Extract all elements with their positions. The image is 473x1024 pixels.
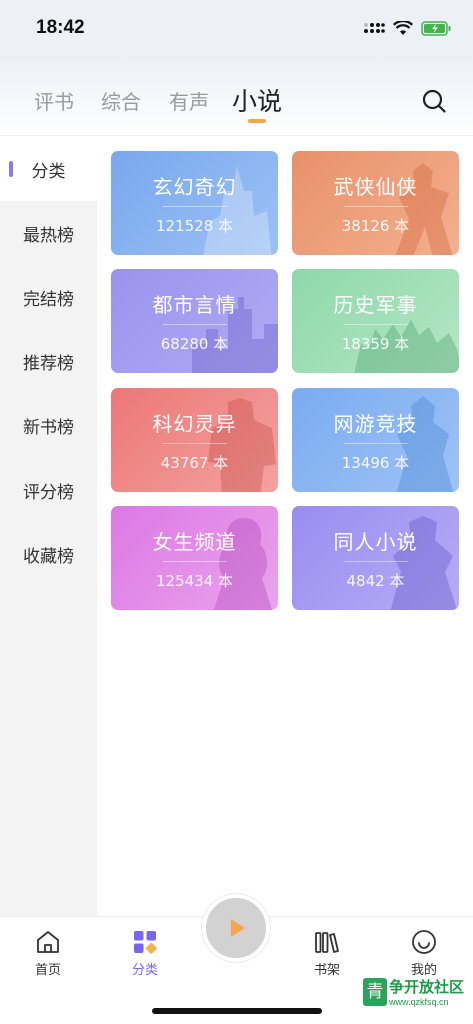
sidebar-item-label: 推荐榜 (23, 353, 74, 374)
tab-yousheng[interactable]: 有声 (169, 86, 209, 115)
divider (162, 561, 227, 562)
category-name: 都市言情 (152, 293, 237, 317)
category-count: 43767 本 (160, 454, 229, 472)
status-icons (363, 20, 451, 36)
play-icon (231, 919, 245, 937)
status-time: 18:42 (36, 17, 85, 38)
divider (343, 206, 408, 207)
category-card-wangyou[interactable]: 网游竞技 13496 本 (292, 388, 459, 492)
bookshelf-icon (315, 932, 339, 953)
category-count: 121528 本 (155, 217, 234, 235)
divider (162, 443, 227, 444)
nav-label: 分类 (131, 963, 158, 978)
wifi-icon (393, 20, 413, 35)
status-bar: 18:42 (0, 0, 473, 60)
sidebar-item-completed[interactable]: 完结榜 (0, 265, 97, 329)
tab-zonghe[interactable]: 综合 (101, 86, 141, 115)
play-button[interactable] (202, 894, 270, 962)
category-count: 4842 本 (346, 572, 405, 590)
category-name: 女生频道 (152, 530, 237, 554)
category-name: 玄幻奇幻 (152, 175, 237, 199)
category-count: 38126 本 (341, 217, 410, 235)
sidebar-item-hottest[interactable]: 最热榜 (0, 201, 97, 265)
active-tab-indicator (248, 119, 266, 123)
watermark-url: www.qzkfsq.cn (389, 997, 449, 1007)
battery-icon (421, 20, 451, 36)
sidebar-item-recommended[interactable]: 推荐榜 (0, 329, 97, 393)
category-name: 武侠仙侠 (333, 175, 418, 199)
nav-category[interactable]: 分类 (110, 929, 180, 978)
sidebar-item-label: 收藏榜 (23, 546, 74, 567)
divider (343, 324, 408, 325)
divider (162, 206, 227, 207)
sidebar-item-new-books[interactable]: 新书榜 (0, 393, 97, 457)
category-count: 18359 本 (341, 335, 410, 353)
tab-xiaoshuo[interactable]: 小说 (232, 82, 282, 118)
divider (343, 561, 408, 562)
sidebar-item-label: 评分榜 (23, 482, 74, 503)
category-card-tongren[interactable]: 同人小说 4842 本 (292, 506, 459, 610)
sidebar-item-label: 分类 (31, 161, 66, 182)
category-card-xuanhuan[interactable]: 玄幻奇幻 121528 本 (111, 151, 278, 255)
home-indicator (152, 1008, 322, 1014)
tab-pingshu[interactable]: 评书 (34, 86, 74, 115)
category-icon (134, 931, 157, 954)
sidebar-item-category[interactable]: 分类 (0, 137, 97, 201)
category-count: 125434 本 (155, 572, 234, 590)
sidebar-item-rating[interactable]: 评分榜 (0, 458, 97, 522)
category-count: 13496 本 (341, 454, 410, 472)
category-card-lishi[interactable]: 历史军事 18359 本 (292, 269, 459, 373)
watermark-name: 争开放社区 (389, 978, 465, 996)
category-card-dushi[interactable]: 都市言情 68280 本 (111, 269, 278, 373)
home-icon (37, 931, 59, 953)
nav-label: 首页 (34, 963, 61, 978)
divider (162, 324, 227, 325)
nav-profile[interactable]: 我的 (389, 929, 459, 978)
watermark: 青 争开放社区 www.qzkfsq.cn (361, 975, 467, 1011)
category-card-kehuan[interactable]: 科幻灵异 43767 本 (111, 388, 278, 492)
category-name: 科幻灵异 (152, 412, 237, 436)
divider (343, 443, 408, 444)
sidebar-item-favorites[interactable]: 收藏榜 (0, 522, 97, 586)
signal-icon (364, 23, 385, 33)
category-card-nvsheng[interactable]: 女生频道 125434 本 (111, 506, 278, 610)
category-name: 网游竞技 (333, 412, 418, 436)
search-icon[interactable] (421, 88, 447, 114)
category-count: 68280 本 (160, 335, 229, 353)
sidebar-item-label: 最热榜 (23, 225, 74, 246)
category-card-wuxia[interactable]: 武侠仙侠 38126 本 (292, 151, 459, 255)
category-name: 同人小说 (333, 530, 418, 554)
sidebar: 分类 最热榜 完结榜 推荐榜 新书榜 评分榜 收藏榜 (0, 137, 97, 917)
watermark-logo: 青 (363, 978, 387, 1006)
nav-label: 书架 (313, 963, 340, 978)
profile-icon (412, 930, 436, 954)
sidebar-item-label: 完结榜 (23, 289, 74, 310)
sidebar-item-label: 新书榜 (23, 417, 74, 438)
nav-bookshelf[interactable]: 书架 (292, 929, 362, 978)
top-tabs-bar: 评书 综合 有声 小说 (0, 60, 473, 136)
category-name: 历史军事 (333, 293, 418, 317)
sidebar-active-marker (9, 161, 13, 177)
nav-home[interactable]: 首页 (13, 929, 83, 978)
